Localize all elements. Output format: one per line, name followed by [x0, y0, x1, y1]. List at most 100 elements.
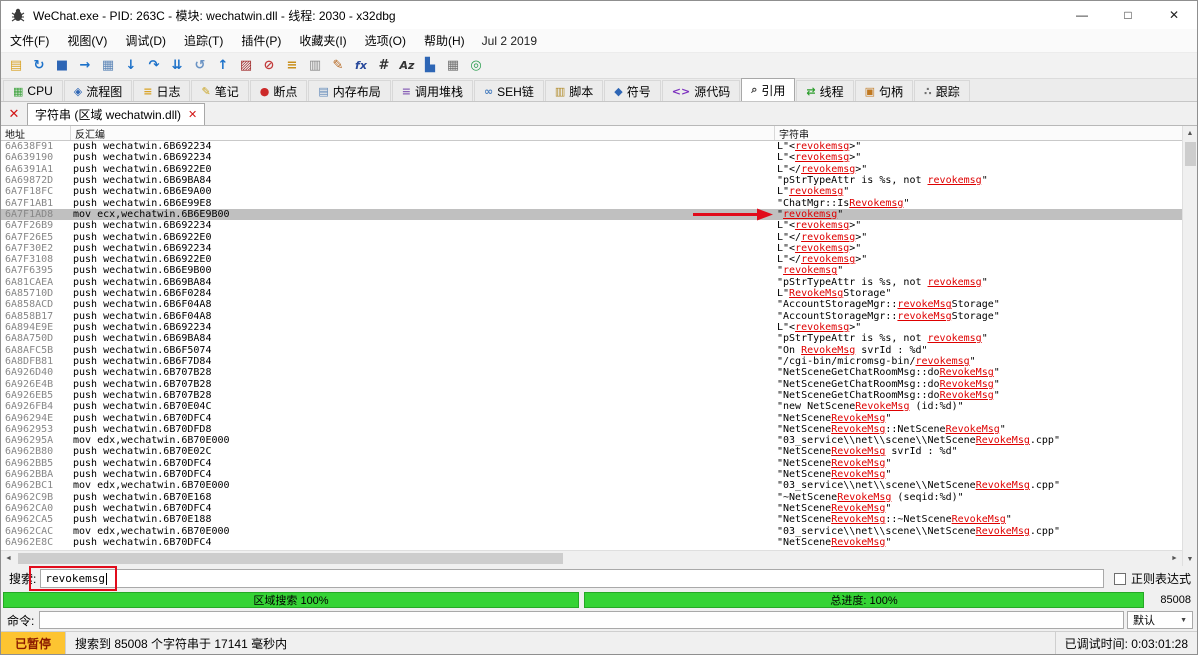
table-row[interactable]: 6A926E4B push wechatwin.6B707B28 "NetScene… — [1, 379, 1182, 390]
tab-memory-map[interactable]: ▤ 内存布局 — [308, 80, 391, 101]
table-row[interactable]: 6A96295A mov edx,wechatwin.6B70E000 "03_se… — [1, 435, 1182, 446]
calculator-icon[interactable]: ▦ — [442, 56, 464, 76]
column-header-string[interactable]: 字符串 — [775, 126, 1182, 141]
breakpoint-toggle-icon[interactable]: ⊘ — [258, 56, 280, 76]
table-row[interactable]: 6A962BC1 mov edx,wechatwin.6B70E000 "03_se… — [1, 480, 1182, 491]
table-row[interactable]: 6A962953 push wechatwin.6B70DFD8 "NetScene… — [1, 424, 1182, 435]
table-row[interactable]: 6A962BBA push wechatwin.6B70DFC4 "NetScene… — [1, 469, 1182, 480]
vertical-scrollbar[interactable]: ▲ ▼ — [1182, 126, 1197, 566]
table-row[interactable]: 6A926EB5 push wechatwin.6B707B28 "NetScene… — [1, 390, 1182, 401]
menu-item[interactable]: 调试(D) — [116, 29, 175, 52]
table-row[interactable]: 6A639190 push wechatwin.6B692234 L"<revoke… — [1, 152, 1182, 163]
strings-reference-tab[interactable]: 字符串 (区域 wechatwin.dll) ✕ — [27, 103, 206, 125]
column-header-address[interactable]: 地址 — [1, 126, 71, 141]
column-header-disassembly[interactable]: 反汇编 — [71, 126, 775, 141]
table-row[interactable]: 6A858B17 push wechatwin.6B6F04A8 "AccountS… — [1, 311, 1182, 322]
menu-item[interactable]: 帮助(H) — [415, 29, 474, 52]
tab-seh[interactable]: ∞ SEH链 — [473, 80, 544, 101]
table-row[interactable]: 6A858ACD push wechatwin.6B6F04A8 "AccountS… — [1, 299, 1182, 310]
table-row[interactable]: 6A962CA5 push wechatwin.6B70E188 "NetScene… — [1, 514, 1182, 525]
close-tab-icon[interactable]: ✕ — [188, 108, 197, 121]
tab-handles[interactable]: ▣ 句柄 — [854, 80, 914, 101]
tab-call-stack[interactable]: ≡ 调用堆栈 — [391, 80, 473, 101]
open-file-icon[interactable]: ▤ — [5, 56, 27, 76]
case-sensitive-icon[interactable]: Az — [396, 56, 418, 76]
pause-icon[interactable]: ▦ — [97, 56, 119, 76]
restart-icon[interactable]: ↻ — [28, 56, 50, 76]
menu-item[interactable]: 文件(F) — [1, 29, 58, 52]
table-row[interactable]: 6A6391A1 push wechatwin.6B6922E0 L"</revok… — [1, 164, 1182, 175]
vertical-scroll-thumb[interactable] — [1185, 142, 1196, 166]
tab-script[interactable]: ▥ 脚本 — [544, 80, 604, 101]
run-trace-icon[interactable]: ↑ — [212, 56, 234, 76]
horizontal-scroll-track[interactable] — [16, 551, 1167, 566]
table-row[interactable]: 6A962C9B push wechatwin.6B70E168 "~NetScen… — [1, 492, 1182, 503]
table-row[interactable]: 6A962CAC mov edx,wechatwin.6B70E000 "03_se… — [1, 526, 1182, 537]
table-row[interactable]: 6A7F1AD8 mov ecx,wechatwin.6B6E9B00 "revok… — [1, 208, 1182, 221]
scroll-up-icon[interactable]: ▲ — [1183, 126, 1197, 140]
patch-pencil-icon[interactable]: ✎ — [327, 56, 349, 76]
execute-return-icon[interactable]: ⇊ — [166, 56, 188, 76]
step-over-icon[interactable]: ↷ — [143, 56, 165, 76]
patches-icon[interactable]: ▨ — [235, 56, 257, 76]
horizontal-scrollbar[interactable]: ◄ ► — [1, 550, 1182, 566]
run-icon[interactable]: → — [74, 56, 96, 76]
stop-icon[interactable]: ■ — [51, 56, 73, 76]
tab-source[interactable]: <> 源代码 — [661, 80, 741, 101]
tab-trace[interactable]: ∴ 跟踪 — [914, 80, 970, 101]
scroll-left-icon[interactable]: ◄ — [1, 555, 16, 562]
menu-item[interactable]: 收藏夹(I) — [290, 29, 355, 52]
table-row[interactable]: 6A7F26B9 push wechatwin.6B692234 L"<revoke… — [1, 220, 1182, 231]
table-row[interactable]: 6A8AFC5B push wechatwin.6B6F5074 "On Revok… — [1, 345, 1182, 356]
table-row[interactable]: 6A81CAEA push wechatwin.6B69BA84 "pStrType… — [1, 277, 1182, 288]
menu-item[interactable]: 选项(O) — [356, 29, 415, 52]
search-input[interactable]: revokemsg — [40, 569, 1104, 588]
tab-cpu[interactable]: ▦ CPU — [3, 80, 63, 101]
tab-notes[interactable]: ✎ 笔记 — [191, 80, 249, 101]
step-into-icon[interactable]: ↓ — [120, 56, 142, 76]
graph-icon[interactable]: ▙ — [419, 56, 441, 76]
table-row[interactable]: 6A7F3108 push wechatwin.6B6922E0 L"</revok… — [1, 254, 1182, 265]
table-row[interactable]: 6A926FB4 push wechatwin.6B70E04C "new NetS… — [1, 401, 1182, 412]
tab-symbols[interactable]: ◆ 符号 — [604, 80, 661, 101]
menu-item[interactable]: 追踪(T) — [175, 29, 232, 52]
table-row[interactable]: 6A7F30E2 push wechatwin.6B692234 L"<revoke… — [1, 243, 1182, 254]
favourite-functions-icon[interactable]: fx — [350, 56, 372, 76]
table-row[interactable]: 6A7F6395 push wechatwin.6B6E9B00 "revokems… — [1, 265, 1182, 276]
close-button[interactable]: ✕ — [1151, 1, 1197, 29]
table-row[interactable]: 6A85710D push wechatwin.6B6F0284 L"RevokeM… — [1, 288, 1182, 299]
table-row[interactable]: 6A962BB5 push wechatwin.6B70DFC4 "NetScene… — [1, 458, 1182, 469]
tab-threads[interactable]: ⇄ 线程 — [796, 80, 854, 101]
menu-item[interactable]: 插件(P) — [232, 29, 290, 52]
table-row[interactable]: 6A962CA0 push wechatwin.6B70DFC4 "NetScene… — [1, 503, 1182, 514]
command-input[interactable] — [39, 611, 1124, 629]
table-row[interactable]: 6A8DFB81 push wechatwin.6B6F7D84 "/cgi-bin… — [1, 356, 1182, 367]
table-row[interactable]: 6A69872D push wechatwin.6B69BA84 "pStrType… — [1, 175, 1182, 186]
minimize-button[interactable]: — — [1059, 1, 1105, 29]
table-row[interactable]: 6A894E9E push wechatwin.6B692234 L"<revoke… — [1, 322, 1182, 333]
table-row[interactable]: 6A7F26E5 push wechatwin.6B6922E0 L"</revok… — [1, 232, 1182, 243]
scroll-right-icon[interactable]: ► — [1167, 555, 1182, 562]
close-all-references-icon[interactable]: ✕ — [5, 105, 23, 123]
tab-breakpoints[interactable]: ● 断点 — [249, 80, 308, 101]
hash-icon[interactable]: # — [373, 56, 395, 76]
table-row[interactable]: 6A7F18FC push wechatwin.6B6E9A00 L"revokem… — [1, 186, 1182, 197]
tab-references[interactable]: ⌕ 引用 — [741, 78, 796, 101]
table-row[interactable]: 6A638F91 push wechatwin.6B692234 L"<revoke… — [1, 141, 1182, 152]
table-row[interactable]: 6A8A750D push wechatwin.6B69BA84 "pStrType… — [1, 333, 1182, 344]
seh-globe-icon[interactable]: ◎ — [465, 56, 487, 76]
memory-icon[interactable]: ▥ — [304, 56, 326, 76]
menu-item[interactable]: 视图(V) — [58, 29, 116, 52]
tab-log[interactable]: ≡ 日志 — [133, 80, 191, 101]
regex-checkbox[interactable] — [1113, 572, 1126, 585]
command-profile-dropdown[interactable]: 默认 ▼ — [1127, 611, 1193, 629]
table-row[interactable]: 6A96294E push wechatwin.6B70DFC4 "NetScene… — [1, 413, 1182, 424]
step-back-icon[interactable]: ↺ — [189, 56, 211, 76]
vertical-scroll-track[interactable] — [1183, 140, 1197, 552]
table-row[interactable]: 6A7F1AB1 push wechatwin.6B6E99E8 "ChatMgr:… — [1, 198, 1182, 209]
maximize-button[interactable]: □ — [1105, 1, 1151, 29]
table-row[interactable]: 6A962B80 push wechatwin.6B70E02C "NetScene… — [1, 446, 1182, 457]
log-icon[interactable]: ≡ — [281, 56, 303, 76]
table-row[interactable]: 6A962E8C push wechatwin.6B70DFC4 "NetScene… — [1, 537, 1182, 548]
table-row[interactable]: 6A926D40 push wechatwin.6B707B28 "NetScene… — [1, 367, 1182, 378]
